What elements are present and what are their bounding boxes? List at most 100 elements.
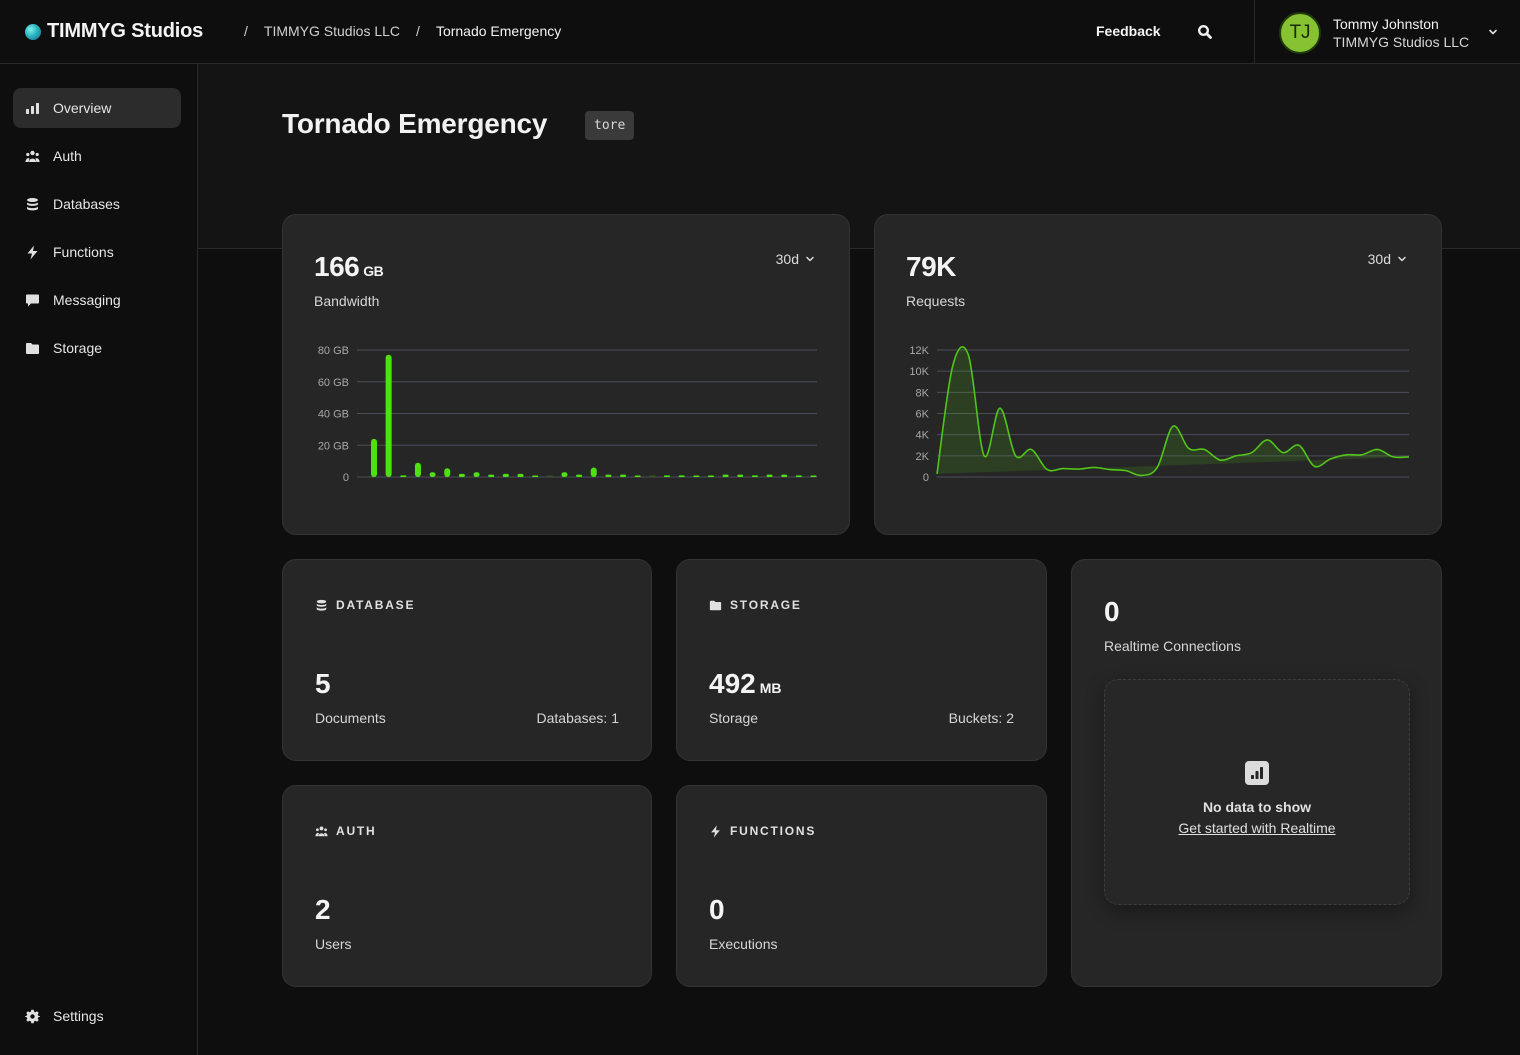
breadcrumb: / TIMMYG Studios LLC / Tornado Emergency (244, 23, 561, 39)
heading-text: FUNCTIONS (730, 824, 817, 838)
bar[interactable] (458, 473, 465, 477)
requests-value: 79K (906, 251, 956, 282)
bar[interactable] (444, 468, 451, 477)
search-button[interactable] (1196, 23, 1214, 41)
bar[interactable] (707, 475, 714, 478)
bar[interactable] (473, 472, 480, 477)
buckets-count: Buckets: 2 (948, 710, 1014, 726)
breadcrumb-org[interactable]: TIMMYG Studios LLC (264, 23, 400, 39)
chevron-down-icon (806, 256, 814, 262)
executions-label: Executions (709, 936, 778, 952)
bar[interactable] (766, 474, 773, 477)
database-card[interactable]: DATABASE 5 Documents Databases: 1 (282, 559, 652, 761)
folder-icon (25, 341, 40, 356)
sidebar-item-overview[interactable]: Overview (13, 88, 181, 128)
sidebar-item-auth[interactable]: Auth (13, 136, 181, 176)
bandwidth-card: 166 GB Bandwidth 30d 0 20 GB 40 GB 60 GB 80 G… (282, 214, 850, 535)
bar[interactable] (590, 467, 597, 477)
bar[interactable] (795, 475, 802, 477)
bar[interactable] (385, 354, 392, 477)
database-heading: DATABASE (315, 598, 415, 612)
main-content: Tornado Emergency tore 166 GB Bandwidth 3… (198, 64, 1520, 1055)
bar[interactable] (371, 438, 377, 477)
storage-number: 492 (709, 668, 756, 699)
sidebar-item-label: Auth (53, 148, 82, 164)
storage-card[interactable]: STORAGE 492 MB Storage Buckets: 2 (676, 559, 1047, 761)
sidebar-item-label: Storage (53, 340, 103, 356)
realtime-count: 0 (1104, 596, 1120, 627)
top-bar: TIMMYG Studios / TIMMYG Studios LLC / To… (0, 0, 1520, 64)
bar[interactable] (546, 475, 553, 478)
sidebar-item-messaging[interactable]: Messaging (13, 280, 181, 320)
y-tick-label: 0 (923, 472, 929, 484)
brand-logo[interactable]: TIMMYG Studios (25, 20, 203, 43)
user-name: Tommy Johnston (1333, 16, 1439, 32)
chevron-down-icon[interactable] (1487, 26, 1499, 38)
brand-name: TIMMYG Studios (47, 20, 204, 42)
bar[interactable] (751, 475, 758, 477)
bar[interactable] (634, 475, 641, 478)
auth-heading: AUTH (315, 824, 377, 838)
search-icon (1197, 24, 1212, 39)
bar[interactable] (561, 472, 568, 477)
y-tick-label: 80 GB (318, 345, 349, 357)
y-tick-label: 6K (916, 409, 930, 421)
bar-chart-icon (25, 101, 40, 116)
realtime-label: Realtime Connections (1104, 638, 1241, 654)
chevron-down-icon (1398, 256, 1406, 262)
bar[interactable] (414, 462, 421, 477)
y-tick-label: 0 (343, 472, 349, 484)
heading-text: AUTH (336, 824, 377, 838)
bar[interactable] (502, 473, 509, 477)
bar[interactable] (400, 475, 407, 477)
requests-range-select[interactable]: 30d (1368, 251, 1407, 267)
bar[interactable] (693, 475, 700, 478)
bar[interactable] (532, 475, 539, 478)
project-id-badge[interactable]: tore (585, 111, 635, 140)
user-menu[interactable]: TJ Tommy Johnston TIMMYG Studios LLC (1279, 12, 1469, 54)
bar[interactable] (678, 475, 685, 477)
user-org: TIMMYG Studios LLC (1333, 34, 1470, 50)
bar[interactable] (722, 474, 729, 477)
auth-card[interactable]: AUTH 2 Users (282, 785, 652, 987)
bar[interactable] (605, 474, 612, 477)
feedback-button[interactable]: Feedback (1096, 23, 1161, 39)
bar[interactable] (737, 474, 744, 477)
bar[interactable] (664, 475, 670, 477)
bar[interactable] (810, 475, 817, 478)
breadcrumb-project[interactable]: Tornado Emergency (436, 23, 561, 39)
users-count: 2 (315, 894, 331, 925)
y-tick-label: 8K (916, 387, 930, 399)
database-icon (316, 599, 327, 611)
sidebar-item-settings[interactable]: Settings (13, 996, 181, 1036)
y-tick-label: 4K (916, 430, 930, 442)
bar[interactable] (620, 474, 627, 477)
bar[interactable] (781, 474, 788, 477)
sidebar-item-databases[interactable]: Databases (13, 184, 181, 224)
bandwidth-number: 166 (314, 251, 360, 282)
bar[interactable] (649, 475, 656, 478)
lightning-icon (711, 824, 720, 838)
header-divider (1254, 0, 1255, 64)
users-label: Users (315, 936, 352, 952)
bar[interactable] (517, 473, 524, 477)
heading-text: STORAGE (730, 598, 802, 612)
avatar: TJ (1279, 12, 1321, 54)
bandwidth-range-select[interactable]: 30d (776, 251, 815, 267)
lightning-icon (25, 245, 40, 260)
y-tick-label: 12K (909, 345, 929, 357)
users-icon (25, 149, 40, 164)
documents-count: 5 (315, 668, 331, 699)
bar[interactable] (429, 472, 436, 477)
get-started-realtime-link[interactable]: Get started with Realtime (1105, 820, 1409, 836)
storage-heading: STORAGE (709, 598, 802, 612)
functions-card[interactable]: FUNCTIONS 0 Executions (676, 785, 1047, 987)
chat-icon (25, 293, 40, 308)
storage-value: 492 MB (709, 668, 782, 700)
documents-label: Documents (315, 710, 386, 726)
sidebar-item-storage[interactable]: Storage (13, 328, 181, 368)
sidebar-item-label: Databases (53, 196, 120, 212)
bar[interactable] (576, 474, 583, 477)
bar[interactable] (488, 474, 495, 477)
sidebar-item-functions[interactable]: Functions (13, 232, 181, 272)
